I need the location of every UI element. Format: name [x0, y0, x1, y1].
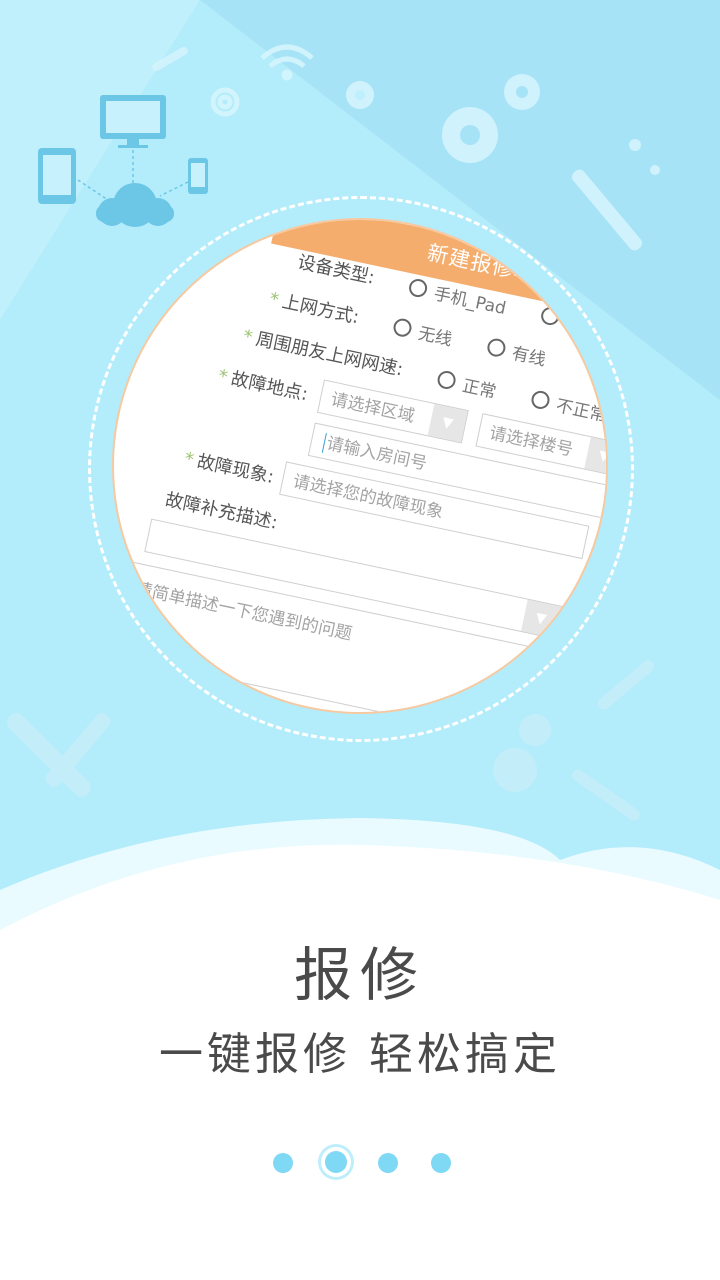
building-select-placeholder: 请选择楼号 — [487, 423, 575, 461]
radio-normal[interactable] — [435, 369, 458, 391]
option-computer: 电脑 — [563, 312, 602, 339]
radio-wired[interactable] — [485, 336, 507, 359]
chevron-down-icon: ▼ — [427, 403, 468, 443]
required-mark: * — [267, 288, 281, 312]
option-wired: 有线 — [509, 343, 548, 371]
area-select-placeholder: 请选择区域 — [328, 389, 417, 427]
chevron-down-icon: ▼ — [584, 437, 606, 476]
page-indicator — [0, 1148, 720, 1178]
option-normal: 正常 — [460, 376, 498, 403]
repair-form: 新建报修单 设备类型: 手机_Pad 电脑 *上网方式: 无线 有线 *周围朋友… — [114, 220, 608, 712]
radio-wireless[interactable] — [391, 316, 414, 339]
required-mark: * — [182, 448, 196, 471]
option-phone-pad: 手机_Pad — [431, 284, 508, 319]
page-dot-1[interactable] — [273, 1153, 293, 1173]
radio-computer[interactable] — [539, 305, 561, 327]
page-subtitle: 一键报修 轻松搞定 — [159, 1029, 561, 1080]
page-dot-2[interactable] — [325, 1151, 347, 1173]
page-title: 报修 — [293, 941, 426, 1009]
page-dot-4[interactable] — [431, 1153, 451, 1173]
radio-abnormal[interactable] — [529, 389, 551, 411]
option-abnormal: 不正常 — [554, 396, 608, 427]
radio-phone-pad[interactable] — [407, 277, 429, 299]
required-mark: * — [241, 325, 255, 349]
room-input-placeholder: 请输入房间号 — [324, 433, 429, 475]
location-label: 故障地点: — [228, 368, 310, 406]
chevron-down-icon: ▼ — [521, 599, 561, 639]
feature-illustration: 新建报修单 设备类型: 手机_Pad 电脑 *上网方式: 无线 有线 *周围朋友… — [88, 196, 634, 742]
page-dot-3[interactable] — [378, 1153, 398, 1173]
option-wireless: 无线 — [416, 323, 454, 351]
symptom-label: 故障现象: — [195, 451, 276, 488]
required-mark: * — [216, 365, 230, 389]
repair-form-preview: 新建报修单 设备类型: 手机_Pad 电脑 *上网方式: 无线 有线 *周围朋友… — [112, 218, 608, 714]
